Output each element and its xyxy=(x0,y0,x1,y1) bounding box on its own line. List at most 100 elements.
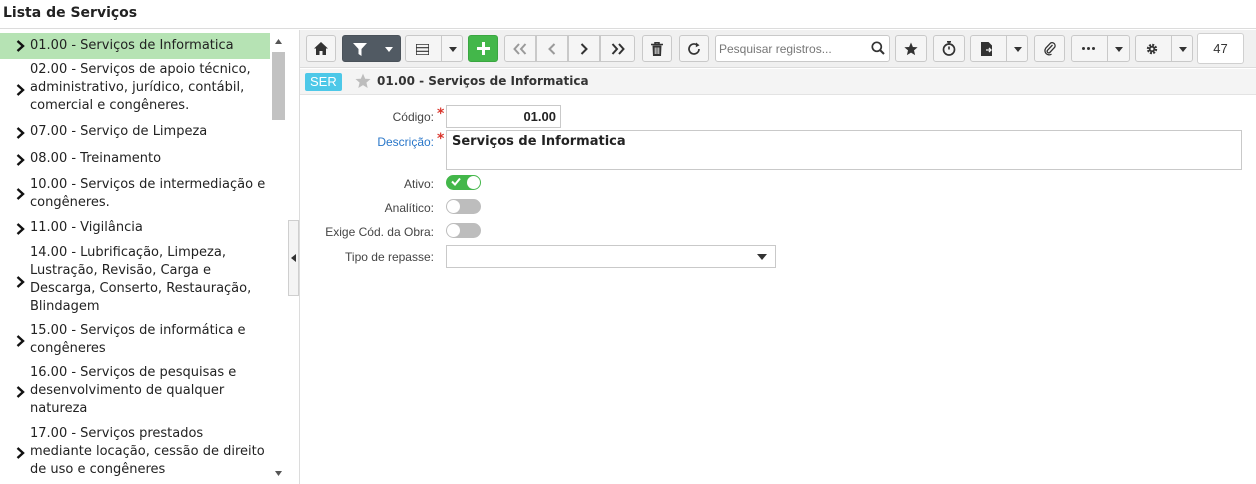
toggle-knob xyxy=(467,176,480,189)
record-title: 01.00 - Serviços de Informatica xyxy=(377,74,589,88)
chevron-right-icon[interactable] xyxy=(14,222,26,236)
chevron-right-icon[interactable] xyxy=(14,446,26,460)
more-actions-button[interactable] xyxy=(1071,35,1130,62)
caret-down-icon xyxy=(1115,47,1123,52)
toggle-knob xyxy=(447,200,460,213)
view-mode-button[interactable] xyxy=(405,35,463,62)
caret-down-icon xyxy=(1179,47,1187,52)
search-icon[interactable] xyxy=(871,41,885,55)
tipo-repasse-label: Tipo de repasse: xyxy=(345,250,434,264)
entity-badge: SER xyxy=(305,73,342,91)
tree-item-14[interactable]: 14.00 - Lubrificação, Limpeza, Lustração… xyxy=(0,243,270,319)
window-title: Lista de Serviços xyxy=(3,5,138,21)
caret-down-icon xyxy=(449,47,457,52)
chevron-right-icon[interactable] xyxy=(14,126,26,140)
analitico-label: Analítico: xyxy=(384,201,434,215)
tree-item-11[interactable]: 11.00 - Vigilância xyxy=(0,218,270,240)
required-marker: * xyxy=(437,106,445,122)
filter-button[interactable] xyxy=(342,35,401,62)
tree-item-label: 07.00 - Serviço de Limpeza xyxy=(30,124,208,139)
tree-item-label: 02.00 - Serviços de apoio técnico, admin… xyxy=(30,62,251,113)
add-icon xyxy=(476,42,490,55)
chevron-right-icon[interactable] xyxy=(14,385,26,399)
settings-button[interactable] xyxy=(1135,35,1193,62)
refresh-button[interactable] xyxy=(679,35,709,62)
scroll-up-icon[interactable] xyxy=(272,36,285,46)
refresh-icon xyxy=(688,42,700,55)
record-header: SER 01.00 - Serviços de Informatica xyxy=(300,69,1256,95)
report-button[interactable] xyxy=(970,35,1028,62)
chevron-right-icon[interactable] xyxy=(14,83,26,97)
attachment-icon xyxy=(1043,42,1056,56)
required-marker: * xyxy=(437,131,445,147)
attachments-button[interactable] xyxy=(1034,35,1065,62)
next-button[interactable] xyxy=(568,35,600,62)
first-page-icon xyxy=(513,42,527,55)
chevron-right-icon[interactable] xyxy=(14,275,26,289)
scrollbar-thumb[interactable] xyxy=(272,52,285,120)
descricao-label[interactable]: Descrição: xyxy=(294,135,434,149)
codigo-label: Código: xyxy=(392,110,434,124)
toolbar: 47 xyxy=(300,30,1256,68)
timer-icon xyxy=(942,41,956,56)
tree-item-15[interactable]: 15.00 - Serviços de informática e congên… xyxy=(0,321,270,359)
previous-icon xyxy=(548,42,556,55)
search-input[interactable] xyxy=(719,40,869,58)
toggle-knob xyxy=(447,224,460,237)
exige-cod-obra-toggle[interactable] xyxy=(446,223,481,238)
chevron-right-icon[interactable] xyxy=(14,187,26,201)
record-count: 47 xyxy=(1197,33,1244,64)
tree-item-label: 17.00 - Serviços prestados mediante loca… xyxy=(30,426,265,477)
favorite-star-icon[interactable] xyxy=(355,73,371,89)
filter-icon xyxy=(353,43,367,56)
check-icon xyxy=(451,177,461,186)
analitico-toggle[interactable] xyxy=(446,199,481,214)
tree-item-label: 08.00 - Treinamento xyxy=(30,151,162,166)
settings-icon xyxy=(1146,43,1158,55)
scroll-down-icon[interactable] xyxy=(272,468,285,478)
tree-item-label: 01.00 - Serviços de Informatica xyxy=(30,38,234,53)
tree-item-08[interactable]: 08.00 - Treinamento xyxy=(0,149,270,171)
tipo-repasse-select[interactable] xyxy=(446,245,776,268)
tree-item-07[interactable]: 07.00 - Serviço de Limpeza xyxy=(0,122,270,144)
previous-button[interactable] xyxy=(536,35,568,62)
next-icon xyxy=(580,42,588,55)
chevron-right-icon[interactable] xyxy=(14,334,26,348)
title-bar: Lista de Serviços xyxy=(0,0,1256,29)
last-page-icon xyxy=(611,42,625,55)
add-button[interactable] xyxy=(468,35,498,62)
favorite-icon xyxy=(904,42,918,55)
tree-item-02[interactable]: 02.00 - Serviços de apoio técnico, admin… xyxy=(0,60,270,116)
home-icon xyxy=(314,42,328,55)
delete-icon xyxy=(651,41,663,56)
timer-button[interactable] xyxy=(933,35,965,62)
first-page-button[interactable] xyxy=(504,35,536,62)
ativo-label: Ativo: xyxy=(403,177,434,191)
tree-item-label: 16.00 - Serviços de pesquisas e desenvol… xyxy=(30,365,237,416)
search-box[interactable] xyxy=(715,35,890,62)
report-icon xyxy=(981,42,992,56)
chevron-right-icon[interactable] xyxy=(14,153,26,167)
delete-button[interactable] xyxy=(642,35,672,62)
caret-down-icon xyxy=(385,47,393,52)
tree-item-17[interactable]: 17.00 - Serviços prestados mediante loca… xyxy=(0,424,270,480)
favorites-button[interactable] xyxy=(895,35,927,62)
tree-item-01[interactable]: 01.00 - Serviços de Informatica xyxy=(0,33,270,59)
last-page-button[interactable] xyxy=(600,35,635,62)
tree-item-label: 14.00 - Lubrificação, Limpeza, Lustração… xyxy=(30,245,252,314)
caret-down-icon xyxy=(757,254,767,260)
more-icon xyxy=(1082,47,1095,50)
tree-item-10[interactable]: 10.00 - Serviços de intermediação e cong… xyxy=(0,175,270,213)
codigo-field[interactable] xyxy=(446,105,561,128)
tree-item-label: 10.00 - Serviços de intermediação e cong… xyxy=(30,177,266,210)
chevron-right-icon[interactable] xyxy=(14,39,26,53)
ativo-toggle[interactable] xyxy=(446,175,481,190)
tree-item-label: 15.00 - Serviços de informática e congên… xyxy=(30,323,246,356)
tree-item-label: 11.00 - Vigilância xyxy=(30,220,143,235)
list-view-icon xyxy=(416,44,429,55)
service-tree[interactable]: 01.00 - Serviços de Informatica 02.00 - … xyxy=(0,30,288,484)
tree-item-16[interactable]: 16.00 - Serviços de pesquisas e desenvol… xyxy=(0,363,270,419)
descricao-field[interactable]: Serviços de Informatica xyxy=(446,130,1242,170)
caret-down-icon xyxy=(1014,47,1022,52)
home-button[interactable] xyxy=(306,35,336,62)
